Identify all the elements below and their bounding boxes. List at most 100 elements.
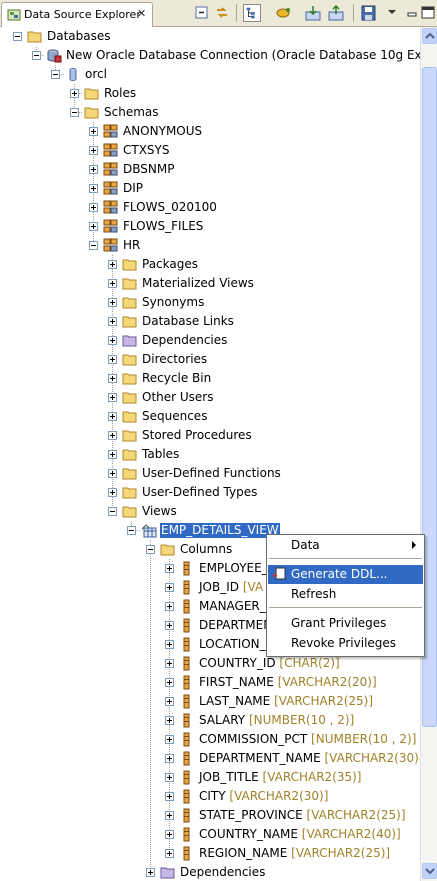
collapse-toggle[interactable] bbox=[70, 108, 79, 117]
expand-toggle[interactable] bbox=[165, 640, 174, 649]
tree-item-roles[interactable]: Roles bbox=[0, 84, 420, 103]
expand-toggle[interactable] bbox=[89, 203, 98, 212]
expand-toggle[interactable] bbox=[108, 374, 117, 383]
expand-toggle[interactable] bbox=[108, 279, 117, 288]
expand-toggle[interactable] bbox=[165, 583, 174, 592]
tree-item-folder[interactable]: Packages bbox=[0, 255, 420, 274]
tree-item-connection[interactable]: New Oracle Database Connection (Oracle D… bbox=[0, 46, 420, 65]
tree-item-column[interactable]: STATE_PROVINCE [VARCHAR2(25)] bbox=[0, 806, 420, 825]
tree-item-schemas[interactable]: Schemas bbox=[0, 103, 420, 122]
expand-toggle[interactable] bbox=[165, 659, 174, 668]
import-icon[interactable] bbox=[304, 4, 322, 22]
tree-item-folder[interactable]: Other Users bbox=[0, 388, 420, 407]
expand-toggle[interactable] bbox=[89, 222, 98, 231]
expand-toggle[interactable] bbox=[89, 127, 98, 136]
maximize-icon[interactable] bbox=[420, 4, 437, 22]
tree-item-databases[interactable]: Databases bbox=[0, 27, 420, 46]
collapse-toggle[interactable] bbox=[51, 70, 60, 79]
tree-item-hr[interactable]: HR bbox=[0, 236, 420, 255]
tree-item-column[interactable]: REGION_NAME [VARCHAR2(25)] bbox=[0, 844, 420, 863]
tree-item-schema[interactable]: DIP bbox=[0, 179, 420, 198]
tree-item-folder[interactable]: Synonyms bbox=[0, 293, 420, 312]
expand-toggle[interactable] bbox=[70, 89, 79, 98]
expand-toggle[interactable] bbox=[165, 564, 174, 573]
collapse-all-icon[interactable] bbox=[193, 4, 211, 22]
tree-item-folder[interactable]: Recycle Bin bbox=[0, 369, 420, 388]
tree-item-column[interactable]: JOB_TITLE [VARCHAR2(35)] bbox=[0, 768, 420, 787]
tree-item-schema[interactable]: ANONYMOUS bbox=[0, 122, 420, 141]
expand-toggle[interactable] bbox=[108, 412, 117, 421]
expand-toggle[interactable] bbox=[108, 355, 117, 364]
expand-toggle[interactable] bbox=[108, 450, 117, 459]
scroll-down-button[interactable] bbox=[422, 863, 437, 879]
filter-icon[interactable] bbox=[243, 4, 261, 22]
tree-item-orcl[interactable]: orcl bbox=[0, 65, 420, 84]
link-with-editor-icon[interactable] bbox=[213, 4, 231, 22]
expand-toggle[interactable] bbox=[165, 830, 174, 839]
save-icon[interactable] bbox=[360, 4, 378, 22]
menu-item-grant-privileges[interactable]: Grant Privileges bbox=[268, 614, 423, 633]
expand-toggle[interactable] bbox=[165, 849, 174, 858]
expand-toggle[interactable] bbox=[165, 811, 174, 820]
data-source-explorer-tab[interactable]: Data Source Explorer ✕ bbox=[1, 2, 153, 27]
tree-item-folder[interactable]: Dependencies bbox=[0, 331, 420, 350]
expand-toggle[interactable] bbox=[165, 773, 174, 782]
tree-item-views[interactable]: Views bbox=[0, 502, 420, 521]
scroll-up-button[interactable] bbox=[422, 28, 437, 44]
tree-item-schema[interactable]: CTXSYS bbox=[0, 141, 420, 160]
expand-toggle[interactable] bbox=[165, 697, 174, 706]
expand-toggle[interactable] bbox=[165, 602, 174, 611]
vertical-scrollbar[interactable] bbox=[420, 27, 437, 881]
collapse-toggle[interactable] bbox=[13, 32, 22, 41]
menu-item-generate-ddl[interactable]: Generate DDL... bbox=[268, 565, 423, 584]
expand-toggle[interactable] bbox=[108, 336, 117, 345]
expand-toggle[interactable] bbox=[165, 716, 174, 725]
tree-item-column[interactable]: COMMISSION_PCT [NUMBER(10 , 2)] bbox=[0, 730, 420, 749]
expand-toggle[interactable] bbox=[165, 621, 174, 630]
tree-item-column[interactable]: FIRST_NAME [VARCHAR2(20)] bbox=[0, 673, 420, 692]
collapse-toggle[interactable] bbox=[127, 526, 136, 535]
expand-toggle[interactable] bbox=[165, 678, 174, 687]
expand-toggle[interactable] bbox=[165, 735, 174, 744]
tree-item-folder[interactable]: Database Links bbox=[0, 312, 420, 331]
tree-item-dependencies[interactable]: Dependencies bbox=[0, 863, 420, 881]
collapse-toggle[interactable] bbox=[146, 545, 155, 554]
tree-item-folder[interactable]: User-Defined Functions bbox=[0, 464, 420, 483]
tree-item-folder[interactable]: User-Defined Types bbox=[0, 483, 420, 502]
tree-item-column[interactable]: COUNTRY_NAME [VARCHAR2(40)] bbox=[0, 825, 420, 844]
collapse-toggle[interactable] bbox=[32, 51, 41, 60]
view-menu-icon[interactable] bbox=[385, 4, 403, 22]
export-icon[interactable] bbox=[327, 4, 345, 22]
expand-toggle[interactable] bbox=[89, 146, 98, 155]
tree-item-folder[interactable]: Directories bbox=[0, 350, 420, 369]
expand-toggle[interactable] bbox=[108, 317, 117, 326]
tree-item-schema[interactable]: DBSNMP bbox=[0, 160, 420, 179]
menu-item-refresh[interactable]: Refresh bbox=[268, 585, 423, 604]
expand-toggle[interactable] bbox=[108, 260, 117, 269]
tree-item-column[interactable]: CITY [VARCHAR2(30)] bbox=[0, 787, 420, 806]
tree-item-folder[interactable]: Stored Procedures bbox=[0, 426, 420, 445]
expand-toggle[interactable] bbox=[165, 754, 174, 763]
tree-item-folder[interactable]: Materialized Views bbox=[0, 274, 420, 293]
tree-item-column[interactable]: SALARY [NUMBER(10 , 2)] bbox=[0, 711, 420, 730]
tree-item-schema[interactable]: FLOWS_020100 bbox=[0, 198, 420, 217]
tree-item-column[interactable]: LAST_NAME [VARCHAR2(25)] bbox=[0, 692, 420, 711]
expand-toggle[interactable] bbox=[89, 165, 98, 174]
collapse-toggle[interactable] bbox=[89, 241, 98, 250]
tree-item-folder[interactable]: Sequences bbox=[0, 407, 420, 426]
tree-item-column[interactable]: DEPARTMENT_NAME [VARCHAR2(30) bbox=[0, 749, 420, 768]
expand-toggle[interactable] bbox=[108, 431, 117, 440]
menu-item-data[interactable]: Data bbox=[268, 536, 423, 555]
expand-toggle[interactable] bbox=[108, 393, 117, 402]
new-connection-icon[interactable] bbox=[275, 4, 293, 22]
expand-toggle[interactable] bbox=[108, 488, 117, 497]
collapse-toggle[interactable] bbox=[108, 507, 117, 516]
tree-item-schema[interactable]: FLOWS_FILES bbox=[0, 217, 420, 236]
expand-toggle[interactable] bbox=[108, 469, 117, 478]
expand-toggle[interactable] bbox=[165, 792, 174, 801]
expand-toggle[interactable] bbox=[146, 868, 155, 877]
menu-item-revoke-privileges[interactable]: Revoke Privileges bbox=[268, 634, 423, 653]
tree-item-folder[interactable]: Tables bbox=[0, 445, 420, 464]
expand-toggle[interactable] bbox=[89, 184, 98, 193]
expand-toggle[interactable] bbox=[108, 298, 117, 307]
